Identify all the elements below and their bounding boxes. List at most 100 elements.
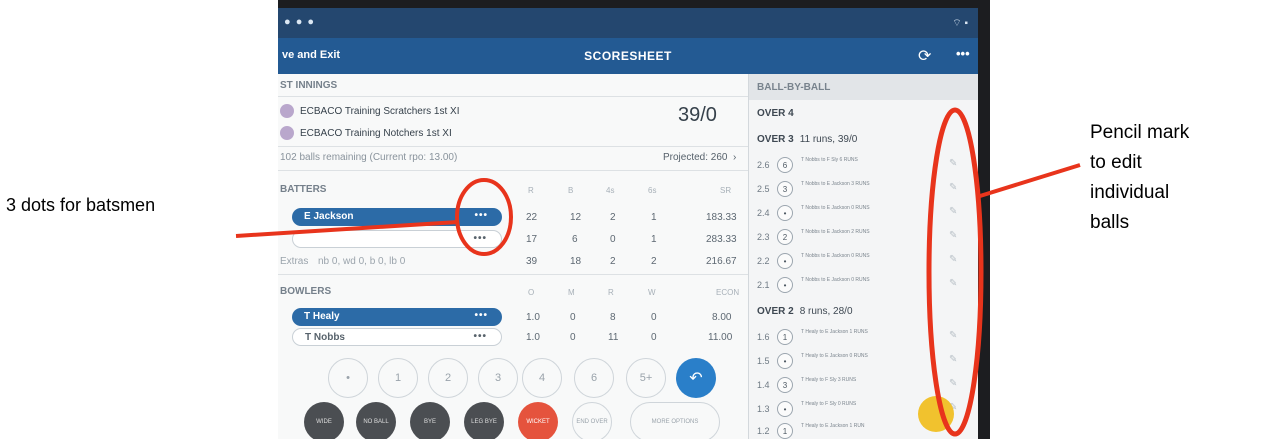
batter-pill-on-strike[interactable]: E Jackson ••• [292, 208, 502, 226]
bye-button[interactable]: BYE [410, 402, 450, 439]
annotation-line: Pencil mark [1090, 122, 1190, 143]
bowler-options-button[interactable]: ••• [474, 310, 488, 321]
pencil-icon[interactable]: ✎ [949, 354, 957, 365]
bowler-maidens: 0 [570, 332, 576, 343]
ball-row[interactable]: 1.4 3 T Healy to F Sly 3 RUNS ✎ [757, 374, 972, 398]
ball-row[interactable]: 2.6 6 T Nobbs to F Sly 6 RUNS ✎ [757, 154, 972, 178]
ball-number: 1.4 [757, 380, 770, 390]
over-2-header[interactable]: OVER 2 8 runs, 28/0 [757, 306, 853, 317]
col-economy: ECON [716, 288, 740, 297]
ball-description: T Nobbs to E Jackson 0 RUNS [801, 205, 870, 211]
bowler-pill-other[interactable]: T Nobbs ••• [292, 328, 502, 346]
total-strike-rate: 216.67 [706, 256, 737, 267]
refresh-icon[interactable]: ⟳ [918, 46, 931, 66]
bowler-wickets: 0 [651, 312, 657, 323]
ball-result: 6 [777, 157, 793, 173]
three-runs-button[interactable]: 3 [478, 358, 518, 398]
ball-number: 1.3 [757, 404, 770, 414]
undo-icon[interactable]: ↶ [676, 358, 716, 398]
bowler-economy: 11.00 [708, 332, 733, 343]
ball-row[interactable]: 2.1 • T Nobbs to E Jackson 0 RUNS ✎ [757, 274, 972, 298]
bowler-pill-current[interactable]: T Healy ••• [292, 308, 502, 326]
tablet-screen: ● ● ● ⌔ ▪ ve and Exit SCORESHEET ⟳ ••• S… [278, 8, 978, 439]
annotation-pencil-mark: Pencil mark to edit individual balls [1090, 118, 1189, 238]
divider [278, 96, 748, 97]
pencil-icon[interactable]: ✎ [949, 378, 957, 389]
batter-runs: 22 [526, 212, 538, 223]
ball-number: 2.6 [757, 160, 770, 170]
ball-description: T Nobbs to E Jackson 3 RUNS [801, 181, 870, 187]
more-icon[interactable]: ••• [956, 46, 970, 61]
ball-row[interactable]: 2.5 3 T Nobbs to E Jackson 3 RUNS ✎ [757, 178, 972, 202]
batter-sixes: 1 [651, 212, 657, 223]
ball-result: • [777, 277, 793, 293]
ball-row[interactable]: 2.3 2 T Nobbs to E Jackson 2 RUNS ✎ [757, 226, 972, 250]
projected-score-link[interactable]: Projected: 260 › [663, 152, 736, 163]
ball-description: T Healy to E Jackson 1 RUN [801, 423, 865, 429]
team-name: ECBACO Training Scratchers 1st XI [300, 106, 460, 117]
one-run-button[interactable]: 1 [378, 358, 418, 398]
over-4-header[interactable]: OVER 4 [757, 108, 800, 119]
team-row-batting: ECBACO Training Scratchers 1st XI 39/0 [278, 100, 748, 126]
bowler-runs: 8 [610, 312, 616, 323]
ball-row[interactable]: 2.4 • T Nobbs to E Jackson 0 RUNS ✎ [757, 202, 972, 226]
floating-action-button[interactable] [918, 396, 954, 432]
pencil-icon[interactable]: ✎ [949, 278, 957, 289]
ball-row[interactable]: 1.6 1 T Healy to E Jackson 1 RUNS ✎ [757, 326, 972, 350]
ball-description: T Nobbs to F Sly 6 RUNS [801, 157, 858, 163]
projected-score: Projected: 260 [663, 152, 728, 163]
bowler-options-button[interactable]: ••• [473, 331, 487, 342]
over-3-header[interactable]: OVER 3 11 runs, 39/0 [757, 134, 857, 145]
extras-breakdown: nb 0, wd 0, b 0, lb 0 [318, 256, 406, 267]
annotation-line: individual [1090, 182, 1170, 203]
ball-description: T Healy to E Jackson 1 RUNS [801, 329, 868, 335]
divider [278, 274, 748, 275]
four-runs-button[interactable]: 4 [522, 358, 562, 398]
col-strike-rate: SR [720, 186, 732, 195]
app-bar: ve and Exit SCORESHEET ⟳ ••• [278, 38, 978, 74]
ball-description: T Healy to F Sly 3 RUNS [801, 377, 857, 383]
bowler-overs: 1.0 [526, 332, 540, 343]
two-runs-button[interactable]: 2 [428, 358, 468, 398]
ball-number: 2.2 [757, 256, 770, 266]
batter-fours: 0 [610, 234, 616, 245]
col-maidens: M [568, 288, 575, 297]
ball-description: T Healy to F Sly 0 RUNS [801, 401, 857, 407]
total-fours: 2 [610, 256, 616, 267]
leg-bye-button[interactable]: LEG BYE [464, 402, 504, 439]
wicket-button[interactable]: WICKET [518, 402, 558, 439]
six-runs-button[interactable]: 6 [574, 358, 614, 398]
ball-result: 2 [777, 229, 793, 245]
scoresheet-panel: ST INNINGS ECBACO Training Scratchers 1s… [278, 74, 748, 439]
dot-ball-button[interactable]: • [328, 358, 368, 398]
ball-row[interactable]: 2.2 • T Nobbs to E Jackson 0 RUNS ✎ [757, 250, 972, 274]
bowler-name: T Healy [304, 311, 340, 322]
batters-header: BATTERS [280, 184, 327, 195]
over-label: OVER 4 [757, 108, 794, 119]
batter-options-button[interactable]: ••• [473, 233, 487, 244]
batter-options-button[interactable]: ••• [474, 210, 488, 221]
pencil-icon[interactable]: ✎ [949, 230, 957, 241]
batter-pill-non-striker[interactable]: ••• [292, 230, 502, 248]
col-sixes: 6s [648, 186, 657, 195]
over-summary: 11 runs, 39/0 [799, 134, 858, 145]
pencil-icon[interactable]: ✎ [949, 206, 957, 217]
annotation-batsmen-dots: 3 dots for batsmen [6, 195, 156, 215]
end-over-button[interactable]: END OVER [572, 402, 612, 439]
pencil-icon[interactable]: ✎ [949, 254, 957, 265]
five-plus-button[interactable]: 5+ [626, 358, 666, 398]
pencil-icon[interactable]: ✎ [949, 330, 957, 341]
ball-row[interactable]: 1.5 • T Healy to E Jackson 0 RUNS ✎ [757, 350, 972, 374]
col-runs: R [528, 186, 534, 195]
ball-description: T Nobbs to E Jackson 0 RUNS [801, 253, 870, 259]
ball-result: 3 [777, 181, 793, 197]
no-ball-button[interactable]: NO BALL [356, 402, 396, 439]
pencil-icon[interactable]: ✎ [949, 182, 957, 193]
divider [278, 146, 748, 147]
batter-name: E Jackson [304, 211, 354, 222]
pencil-icon[interactable]: ✎ [949, 158, 957, 169]
more-options-button[interactable]: MORE OPTIONS [630, 402, 720, 439]
ball-result: • [777, 205, 793, 221]
wide-button[interactable]: WIDE [304, 402, 344, 439]
batter-fours: 2 [610, 212, 616, 223]
